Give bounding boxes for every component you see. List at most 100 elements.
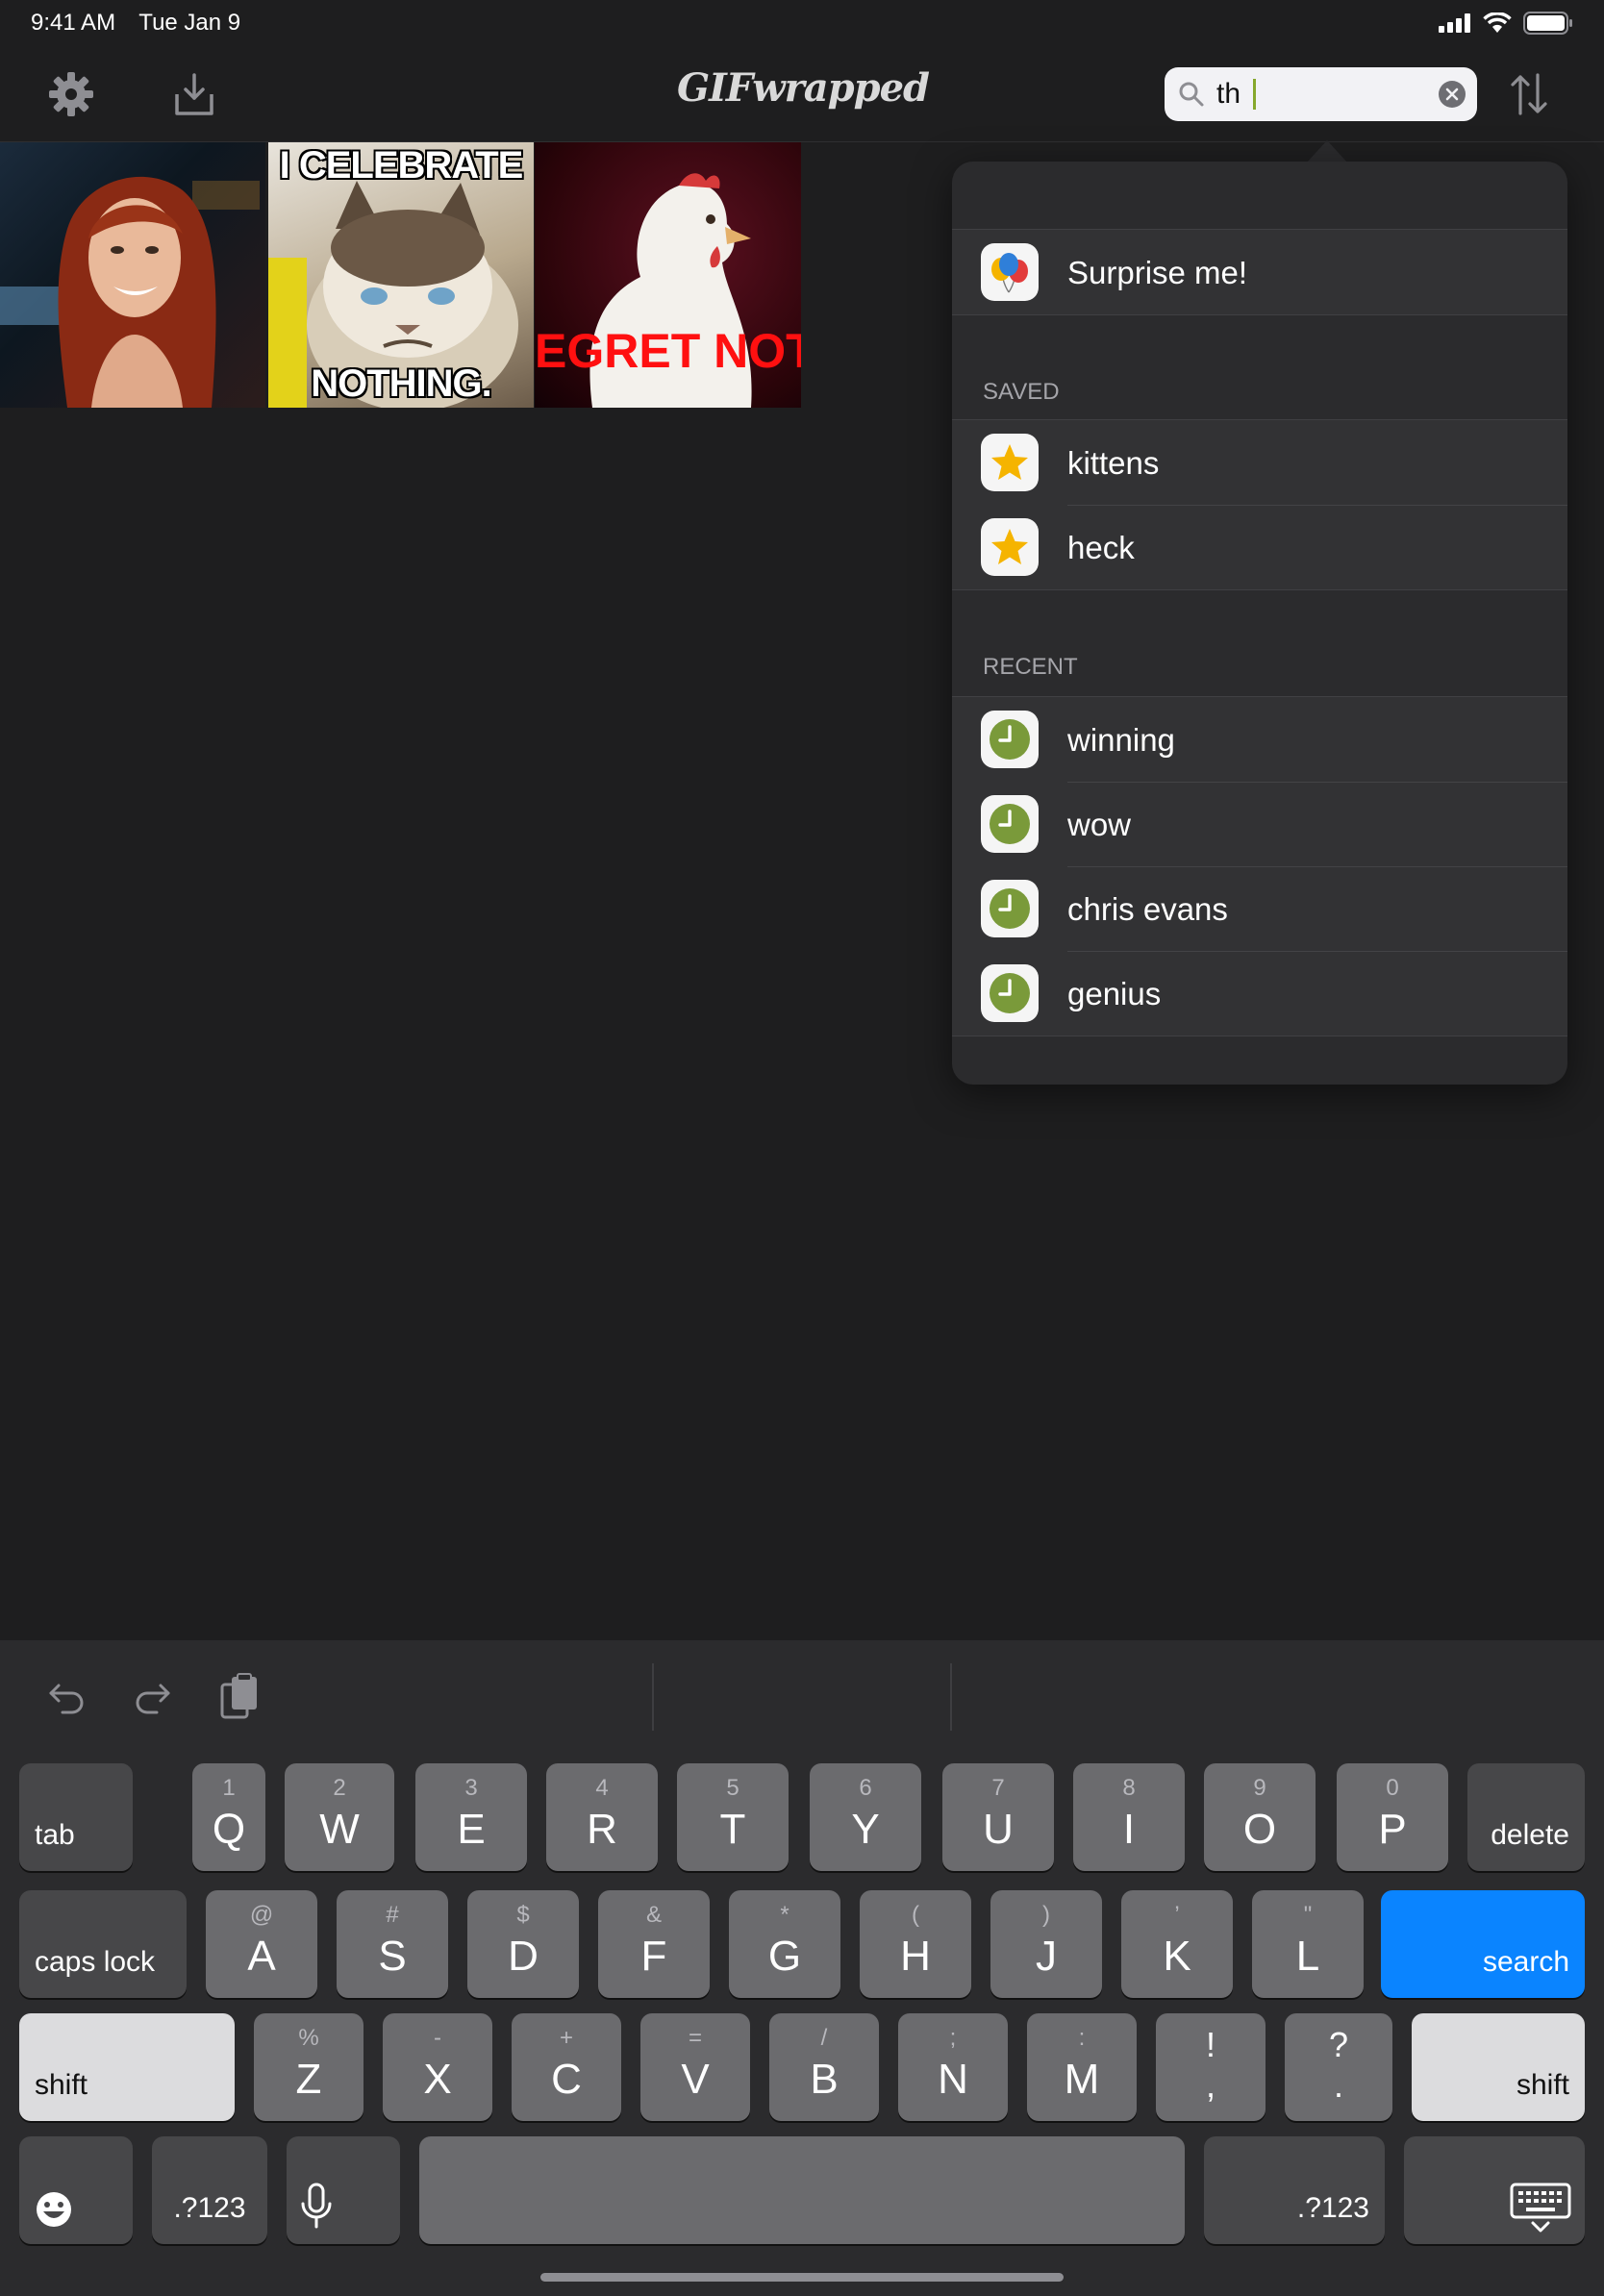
key-f[interactable]: & F [598, 1890, 710, 1998]
key-delete[interactable]: delete [1467, 1763, 1585, 1871]
key-label-top: ! [1205, 2025, 1216, 2064]
import-button[interactable] [169, 69, 219, 119]
text-cursor [1253, 79, 1256, 110]
key-shift-left[interactable]: shift [19, 2013, 235, 2121]
key-q[interactable]: 1 Q [192, 1763, 265, 1871]
key-hint: : [1078, 2025, 1086, 2051]
meme-top-text: I CELEBRATE [279, 144, 524, 187]
key-dismiss-keyboard[interactable] [1404, 2136, 1585, 2244]
search-icon [1179, 82, 1204, 107]
key-caps-lock[interactable]: caps lock [19, 1890, 187, 1998]
key-e[interactable]: 3 E [415, 1763, 527, 1871]
key-shift-right[interactable]: shift [1412, 2013, 1585, 2121]
key-l[interactable]: " L [1252, 1890, 1364, 1998]
key-j[interactable]: ) J [990, 1890, 1102, 1998]
prediction-separator [652, 1663, 654, 1731]
key-hint: ( [912, 1902, 919, 1928]
undo-icon [49, 1684, 84, 1714]
suggestion-recent-genius[interactable]: genius [952, 951, 1567, 1036]
key-y[interactable]: 6 Y [810, 1763, 921, 1871]
key-label: delete [1491, 1819, 1569, 1851]
suggestion-label: wow [1067, 807, 1132, 842]
key-d[interactable]: $ D [467, 1890, 579, 1998]
key-space[interactable] [419, 2136, 1185, 2244]
gif-tile[interactable]: I CELEBRATE NOTHING. [268, 142, 534, 408]
home-indicator[interactable] [540, 2273, 1064, 2282]
key-label: M [1064, 2056, 1100, 2103]
key-label: E [457, 1806, 486, 1853]
key-exclamation-comma[interactable]: ! , [1156, 2013, 1266, 2121]
suggestion-label: chris evans [1067, 891, 1228, 927]
star-icon [981, 434, 1039, 491]
key-h[interactable]: ( H [860, 1890, 971, 1998]
key-u[interactable]: 7 U [942, 1763, 1054, 1871]
redo-button[interactable] [129, 1673, 177, 1721]
key-emoji[interactable] [19, 2136, 133, 2244]
key-label: C [551, 2056, 582, 2103]
key-numbers-right[interactable]: .?123 [1204, 2136, 1385, 2244]
key-i[interactable]: 8 I [1073, 1763, 1185, 1871]
key-hint: - [434, 2025, 441, 2051]
status-right [1439, 12, 1573, 35]
key-hint: + [559, 2025, 573, 2051]
paste-button[interactable] [215, 1673, 263, 1721]
key-label: F [640, 1933, 667, 1980]
clock-icon [981, 795, 1039, 853]
settings-button[interactable] [46, 69, 96, 119]
meme-bottom-text: NOTHING. [311, 362, 492, 405]
suggestion-label: heck [1067, 530, 1135, 565]
key-k[interactable]: ’ K [1121, 1890, 1233, 1998]
key-m[interactable]: : M [1027, 2013, 1137, 2121]
gif-tile[interactable]: EGRET NOTH [535, 142, 801, 408]
gif-thumbnail-woman [0, 176, 260, 408]
key-x[interactable]: - X [383, 2013, 492, 2121]
sort-arrows-icon [1511, 73, 1547, 115]
suggestion-recent-winning[interactable]: winning [952, 697, 1567, 782]
key-label: .?123 [1296, 2192, 1369, 2224]
sort-button[interactable] [1504, 69, 1554, 119]
key-v[interactable]: = V [640, 2013, 750, 2121]
key-hint: 4 [595, 1775, 609, 1801]
key-n[interactable]: ; N [898, 2013, 1008, 2121]
key-hint: 7 [991, 1775, 1005, 1801]
key-question-period[interactable]: ? . [1285, 2013, 1392, 2121]
key-o[interactable]: 9 O [1204, 1763, 1316, 1871]
suggestion-saved-heck[interactable]: heck [952, 505, 1567, 589]
on-screen-keyboard: tab 1 Q 2 W 3 E 4 R 5 T 6 Y 7 U 8 I 9 O … [0, 1640, 1604, 2296]
key-hint: 1 [222, 1775, 236, 1801]
key-w[interactable]: 2 W [285, 1763, 394, 1871]
key-s[interactable]: # S [337, 1890, 448, 1998]
key-p[interactable]: 0 P [1337, 1763, 1448, 1871]
surprise-group: Surprise me! [952, 229, 1567, 315]
key-tab[interactable]: tab [19, 1763, 133, 1871]
key-label: L [1295, 1933, 1320, 1980]
search-input[interactable] [1216, 77, 1428, 112]
star-icon [981, 518, 1039, 576]
key-g[interactable]: * G [729, 1890, 840, 1998]
gif-tile[interactable] [0, 142, 265, 408]
key-b[interactable]: / B [769, 2013, 879, 2121]
download-tray-icon [175, 73, 213, 115]
key-numbers-left[interactable]: .?123 [152, 2136, 267, 2244]
suggestion-surprise-me[interactable]: Surprise me! [952, 230, 1567, 314]
search-field[interactable] [1165, 67, 1477, 121]
key-hint: = [688, 2025, 702, 2051]
redo-icon [136, 1684, 170, 1714]
clock-icon [981, 880, 1039, 937]
suggestion-saved-kittens[interactable]: kittens [952, 420, 1567, 505]
clear-search-button[interactable] [1439, 81, 1466, 108]
key-r[interactable]: 4 R [546, 1763, 658, 1871]
key-search[interactable]: search [1381, 1890, 1585, 1998]
key-label: N [938, 2056, 968, 2103]
key-dictation[interactable] [287, 2136, 400, 2244]
status-date: Tue Jan 9 [138, 10, 241, 36]
undo-button[interactable] [42, 1673, 90, 1721]
key-a[interactable]: @ A [206, 1890, 317, 1998]
suggestion-recent-chris-evans[interactable]: chris evans [952, 866, 1567, 951]
key-z[interactable]: % Z [254, 2013, 363, 2121]
key-t[interactable]: 5 T [677, 1763, 789, 1871]
key-label: U [983, 1806, 1014, 1853]
key-c[interactable]: + C [512, 2013, 621, 2121]
suggestion-recent-wow[interactable]: wow [952, 782, 1567, 866]
clear-x-icon [1445, 87, 1459, 101]
